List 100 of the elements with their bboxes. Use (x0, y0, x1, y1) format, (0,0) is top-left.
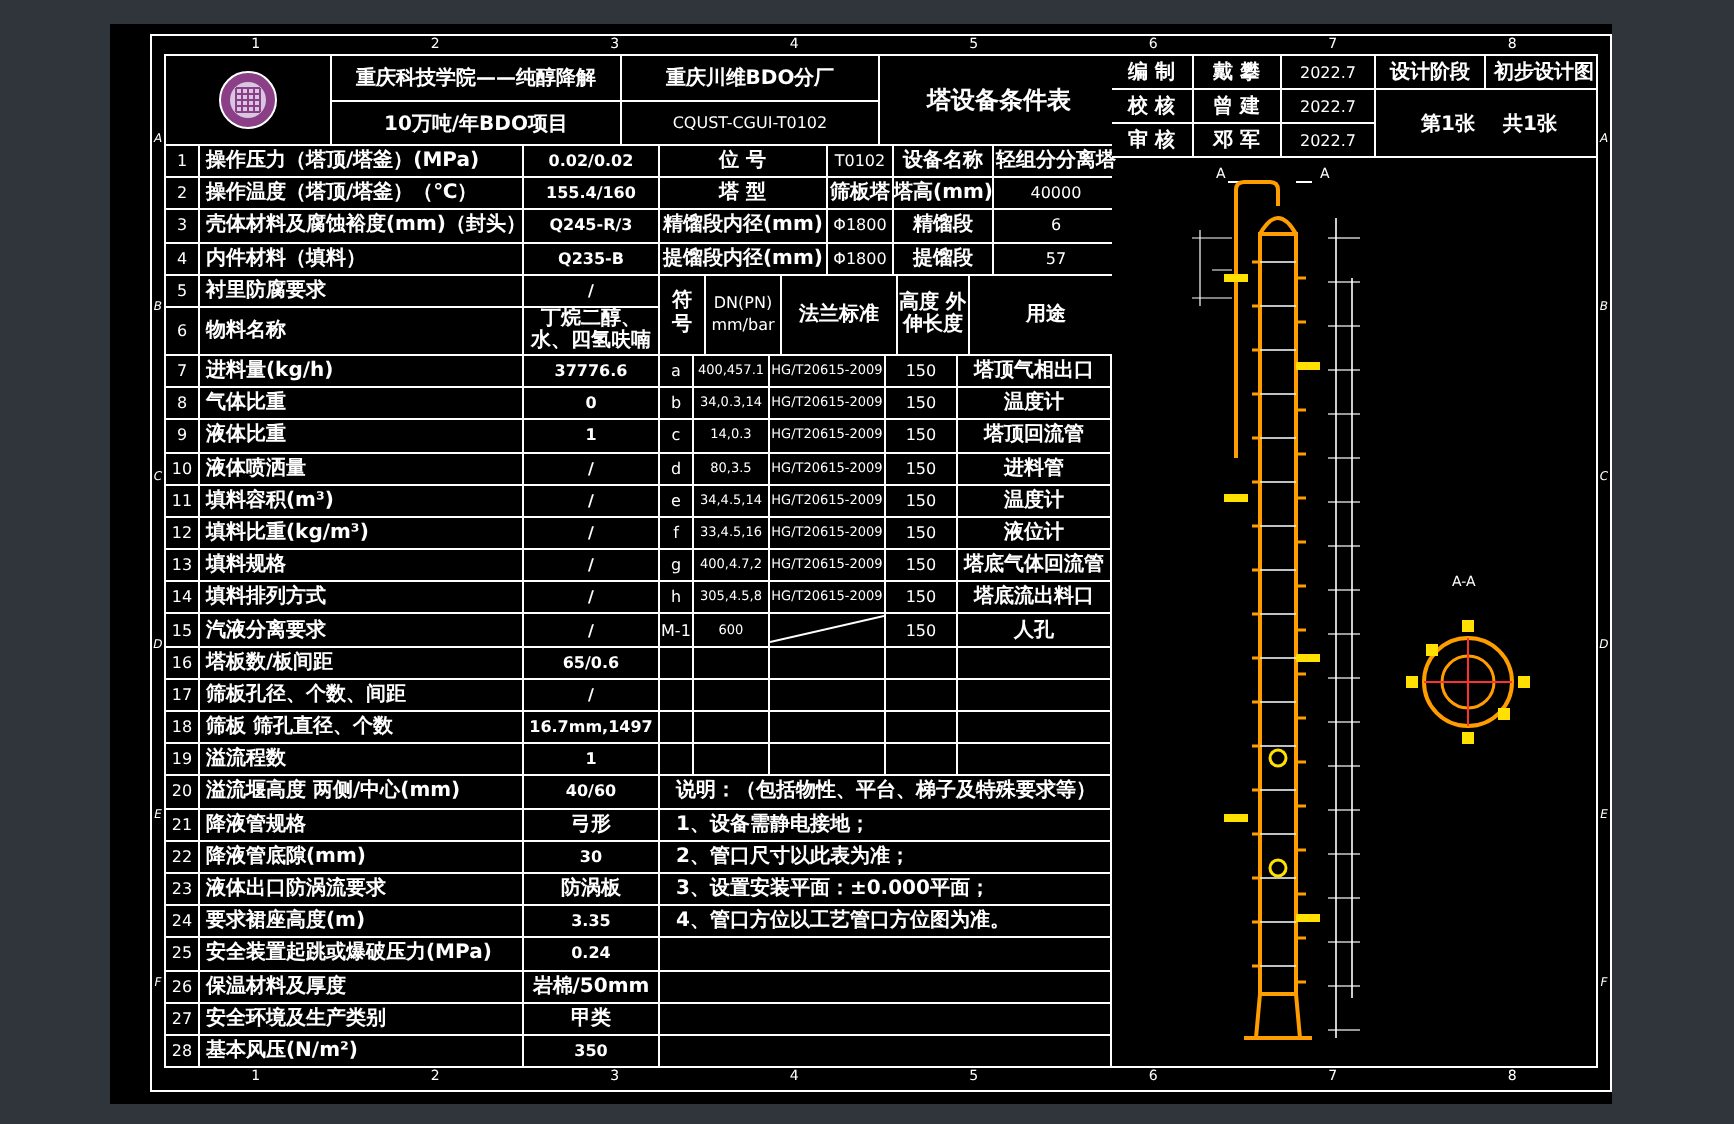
signer-name: 邓 军 (1193, 124, 1280, 156)
design-stage: 初步设计图 (1485, 56, 1596, 88)
row-number: 20 (165, 776, 198, 808)
row-number: 27 (165, 1003, 198, 1034)
note-text: 3、设置安装平面：±0.000平面； (659, 873, 1110, 905)
parameter-value: 40/60 (523, 776, 658, 808)
info-value: 筛板塔 (827, 178, 892, 209)
parameter-label: 内件材料（填料） (199, 243, 522, 274)
nozzle-purpose: 人孔 (957, 614, 1110, 646)
info-label: 塔 型 (659, 178, 826, 209)
nozzle-length: 150 (885, 582, 956, 613)
cut-line (1294, 181, 1313, 183)
note-text: 说明：（包括物性、平台、梯子及特殊要求等） (659, 776, 1110, 808)
parameter-value: 350 (523, 1035, 658, 1066)
row-number: 21 (165, 809, 198, 840)
parameter-value: / (523, 485, 658, 516)
info-label: 塔高(mm) (893, 178, 992, 209)
sign-date: 2022.7 (1281, 90, 1374, 122)
parameter-value: / (523, 614, 658, 646)
parameter-value: 65/0.6 (523, 647, 658, 678)
parameter-value: 甲类 (523, 1003, 658, 1034)
row-number: 2 (165, 178, 198, 209)
parameter-label: 安全装置起跳或爆破压力(MPa) (199, 938, 522, 969)
nozzle-symbol: b (659, 388, 692, 419)
row-number: 17 (165, 679, 198, 710)
parameter-label: 溢流程数 (199, 744, 522, 775)
row-number: 25 (165, 938, 198, 969)
parameter-value: 0.24 (523, 938, 658, 969)
nozzle-purpose: 塔底流出料口 (957, 582, 1110, 613)
row-number: 5 (165, 275, 198, 306)
row-number: 14 (165, 582, 198, 613)
row-number: 9 (165, 420, 198, 451)
row-number: 8 (165, 388, 198, 419)
row-number: 22 (165, 841, 198, 872)
info-label: 精馏段 (893, 210, 992, 242)
row-number: 11 (165, 485, 198, 516)
parameter-label: 筛板 筛孔直径、个数 (199, 712, 522, 743)
parameter-label: 塔板数/板间距 (199, 647, 522, 678)
row-number: 7 (165, 355, 198, 387)
row-number: 15 (165, 614, 198, 646)
row-number: 26 (165, 971, 198, 1002)
nozzle-purpose: 塔底气体回流管 (957, 550, 1110, 581)
nozzle-symbol: g (659, 550, 692, 581)
nozzle-symbol: c (659, 420, 692, 451)
parameter-label: 填料容积(m³) (199, 485, 522, 516)
info-label: 提馏段 (893, 243, 992, 274)
nozzle-length: 150 (885, 485, 956, 516)
project-name: 10万吨/年BDO项目 (331, 102, 620, 144)
row-number: 24 (165, 906, 198, 937)
row-number: 6 (165, 307, 198, 354)
nozzle-purpose: 温度计 (957, 485, 1110, 516)
info-value: Φ1800 (827, 210, 892, 242)
nozzle-length: 150 (885, 614, 956, 646)
parameter-value: 3.35 (523, 906, 658, 937)
info-label: 精馏段内径(mm) (659, 210, 826, 242)
parameter-label: 安全环境及生产类别 (199, 1003, 522, 1034)
parameter-label: 液体出口防涡流要求 (199, 873, 522, 905)
row-number: 12 (165, 517, 198, 549)
parameter-label: 进料量(kg/h) (199, 355, 522, 387)
column-header: 高度 外伸长度 (897, 275, 968, 354)
parameter-label: 填料排列方式 (199, 582, 522, 613)
nozzle-length: 150 (885, 453, 956, 484)
row-number: 3 (165, 210, 198, 242)
parameter-value: Q235-B (523, 243, 658, 274)
parameter-value: 1 (523, 420, 658, 451)
sheet-number: 第1张 (1421, 111, 1475, 137)
note-text: 2、管口尺寸以此表为准； (659, 841, 1110, 872)
signature-role: 校 核 (1111, 90, 1192, 122)
parameter-value: 岩棉/50mm (523, 971, 658, 1002)
parameter-value: / (523, 275, 658, 306)
info-label: 位 号 (659, 146, 826, 177)
parameter-value: Q245-R/3 (523, 210, 658, 242)
parameter-value: 155.4/160 (523, 178, 658, 209)
nozzle-length: 150 (885, 517, 956, 549)
info-value: 57 (993, 243, 1118, 274)
info-value: 6 (993, 210, 1118, 242)
nozzle-symbol: f (659, 517, 692, 549)
note-text: 1、设备需静电接地； (659, 809, 1110, 840)
sign-date: 2022.7 (1281, 124, 1374, 156)
company-name: 重庆川维BDO分厂 (621, 56, 878, 100)
parameter-label: 保温材料及厚度 (199, 971, 522, 1002)
parameter-value: 丁烷二醇、水、四氢呋喃 (523, 307, 658, 354)
parameter-value: 弓形 (523, 809, 658, 840)
sheet-title: 塔设备条件表 (879, 56, 1118, 144)
parameter-value: 1 (523, 744, 658, 775)
note-text: 4、管口方位以工艺管口方位图为准。 (659, 906, 1110, 937)
parameter-value: 防涡板 (523, 873, 658, 905)
column-header: DN(PN) mm/bar (705, 275, 780, 354)
parameter-value: / (523, 517, 658, 549)
signature-role: 编 制 (1111, 56, 1192, 88)
info-value: Φ1800 (827, 243, 892, 274)
row-number: 10 (165, 453, 198, 484)
parameter-value: 0.02/0.02 (523, 146, 658, 177)
row-number: 16 (165, 647, 198, 678)
signer-name: 曾 建 (1193, 90, 1280, 122)
school-logo (217, 70, 278, 130)
column-header: 符号 (659, 275, 704, 354)
column-header: 法兰标准 (781, 275, 896, 354)
parameter-label: 筛板孔径、个数、间距 (199, 679, 522, 710)
parameter-value: 16.7mm,1497 (523, 712, 658, 743)
